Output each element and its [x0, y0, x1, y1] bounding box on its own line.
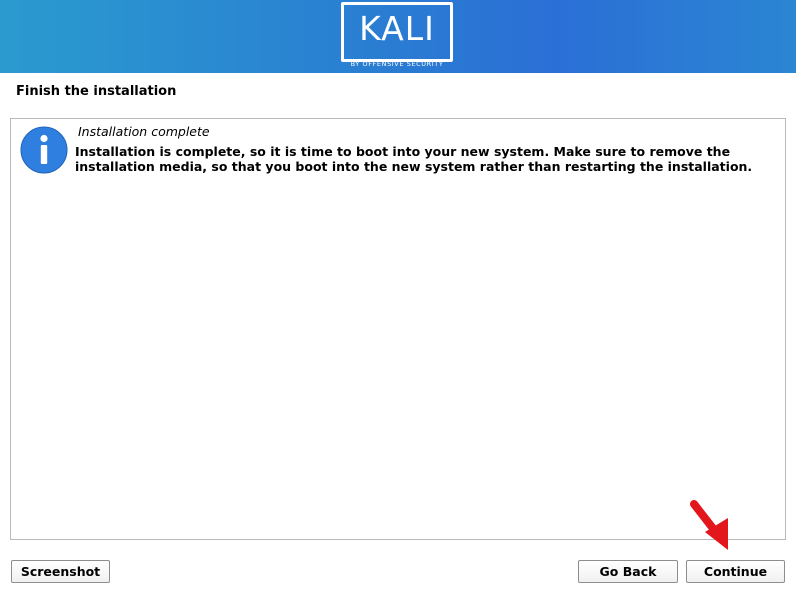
content-panel: Installation complete Installation is co… — [10, 118, 786, 540]
message-title: Installation complete — [78, 124, 210, 139]
header-banner: KALI BY OFFENSIVE SECURITY — [0, 0, 796, 73]
info-icon — [20, 126, 68, 174]
page-title: Finish the installation — [16, 84, 177, 99]
red-arrow-icon — [690, 500, 728, 550]
logo-text: KALI — [359, 9, 435, 48]
kali-logo: KALI BY OFFENSIVE SECURITY — [341, 2, 453, 68]
screenshot-button[interactable]: Screenshot — [11, 560, 110, 583]
message-body: Installation is complete, so it is time … — [75, 144, 753, 174]
logo-subtext: BY OFFENSIVE SECURITY — [350, 60, 444, 68]
go-back-button[interactable]: Go Back — [578, 560, 678, 583]
continue-button[interactable]: Continue — [686, 560, 785, 583]
